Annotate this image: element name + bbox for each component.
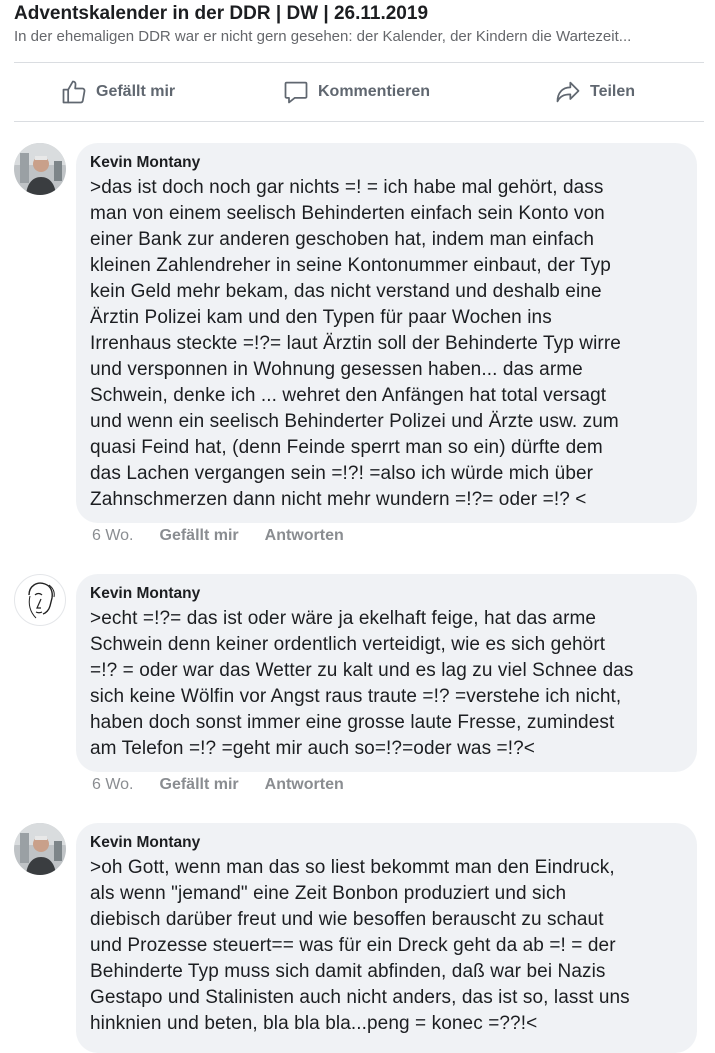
comment-bubble: Kevin Montany >das ist doch noch gar nic…	[76, 143, 697, 523]
comment-text: >das ist doch noch gar nichts =! = ich h…	[90, 177, 621, 510]
share-button[interactable]: Teilen	[554, 63, 635, 121]
post-header[interactable]: Adventskalender in der DDR | DW | 26.11.…	[0, 0, 715, 62]
share-label: Teilen	[590, 83, 636, 100]
comment-meta: 6 Wo. Gefällt mir Antworten	[92, 527, 344, 545]
avatar-photo-icon	[14, 823, 66, 875]
user-photo-avatar[interactable]	[14, 143, 66, 195]
speech-bubble-icon	[284, 81, 308, 104]
comment-text: >oh Gott, wenn man das so liest bekommt …	[90, 857, 630, 1034]
comment-meta: 6 Wo. Gefällt mir Antworten	[92, 776, 344, 794]
comment-text: >echt =!?= das ist oder wäre ja ekelhaft…	[90, 608, 634, 759]
thumbs-up-icon	[62, 80, 86, 104]
comment-author[interactable]: Kevin Montany	[90, 153, 683, 172]
comment-button[interactable]: Kommentieren	[282, 63, 430, 121]
comment-time[interactable]: 6 Wo.	[92, 527, 134, 545]
comment-time[interactable]: 6 Wo.	[92, 776, 134, 794]
divider	[14, 121, 704, 122]
comment-reply-button[interactable]: Antworten	[265, 776, 344, 794]
sketch-face-avatar[interactable]	[14, 574, 66, 626]
post-subtitle[interactable]: In der ehemaligen DDR war er nicht gern …	[14, 28, 704, 45]
comment-like-button[interactable]: Gefällt mir	[160, 527, 239, 545]
share-arrow-icon	[556, 81, 580, 103]
comment-author[interactable]: Kevin Montany	[90, 833, 683, 852]
comment-bubble: Kevin Montany >echt =!?= das ist oder wä…	[76, 574, 697, 772]
comment-reply-button[interactable]: Antworten	[265, 527, 344, 545]
like-button[interactable]: Gefällt mir	[60, 63, 175, 121]
user-photo-avatar[interactable]	[14, 823, 66, 875]
like-label: Gefällt mir	[96, 83, 176, 100]
comment-like-button[interactable]: Gefällt mir	[160, 776, 239, 794]
post-action-bar: Gefällt mir Kommentieren Teilen	[0, 63, 715, 121]
comment-label: Kommentieren	[318, 83, 431, 100]
post-title[interactable]: Adventskalender in der DDR | DW | 26.11.…	[14, 3, 428, 25]
comment-author[interactable]: Kevin Montany	[90, 584, 683, 603]
comment-bubble: Kevin Montany >oh Gott, wenn man das so …	[76, 823, 697, 1053]
avatar-photo-icon	[14, 143, 66, 195]
sketch-face-icon	[28, 582, 55, 619]
